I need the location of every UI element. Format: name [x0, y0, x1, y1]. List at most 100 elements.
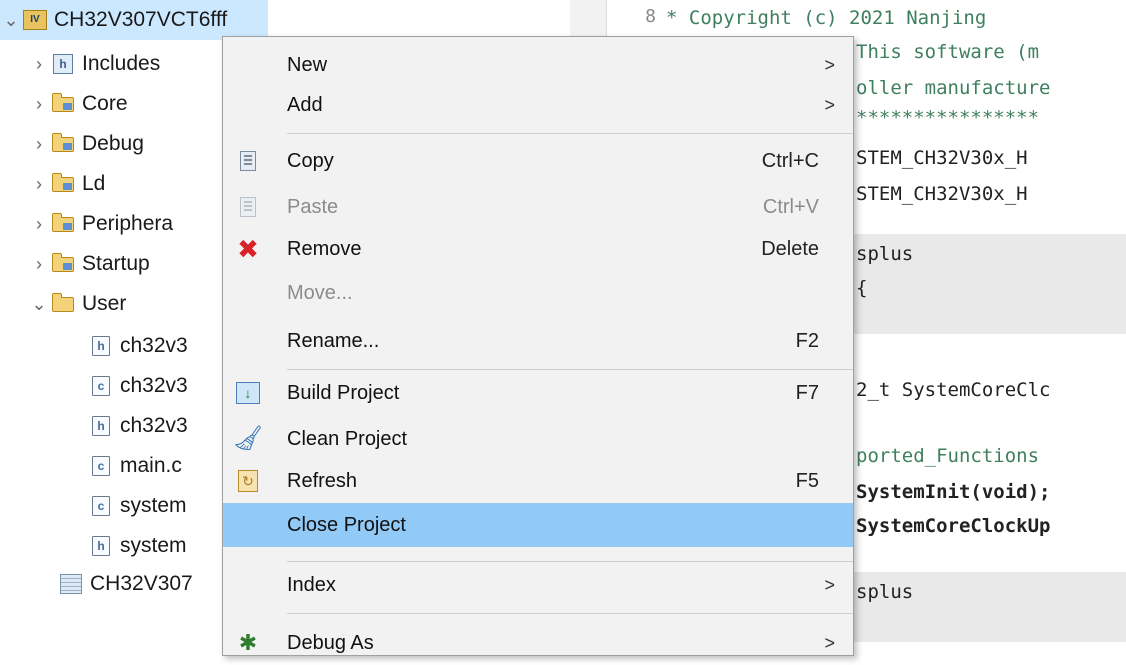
menu-item-rename[interactable]: Rename... F2: [223, 319, 853, 363]
chevron-right-icon[interactable]: ›: [28, 55, 50, 73]
code-line: {: [856, 277, 868, 299]
tree-item-core[interactable]: › Core: [28, 84, 128, 124]
menu-item-build-project[interactable]: ↓ Build Project F7: [223, 371, 853, 415]
menu-item-clean-project[interactable]: 🧹︎ Clean Project: [223, 417, 853, 461]
code-line: ported_Functions: [856, 445, 1040, 467]
menu-item-paste[interactable]: Paste Ctrl+V: [223, 185, 853, 229]
tree-item-label: Includes: [82, 52, 161, 75]
code-line: STEM_CH32V30x_H: [856, 147, 1028, 169]
clean-icon: 🧹︎: [232, 425, 264, 452]
tree-item-includes[interactable]: › h Includes: [28, 44, 160, 84]
menu-item-shortcut: Ctrl+V: [762, 195, 819, 218]
submenu-arrow-icon: >: [824, 54, 835, 75]
tree-item-label: ch32v3: [120, 414, 188, 437]
tree-item-startup[interactable]: › Startup: [28, 244, 150, 284]
tree-item-label: User: [82, 292, 127, 315]
tree-item-file[interactable]: CH32V307: [58, 564, 193, 604]
tree-item-project[interactable]: ⌄ IV CH32V307VCT6fff: [0, 0, 268, 40]
chevron-down-icon[interactable]: ⌄: [0, 11, 22, 29]
menu-item-label: Copy: [287, 149, 334, 172]
tree-item-label: Core: [82, 92, 128, 115]
code-line: SystemInit(void);: [856, 481, 1051, 503]
menu-item-new[interactable]: New >: [223, 43, 853, 87]
refresh-icon: ↻: [233, 466, 263, 496]
header-file-icon: h: [88, 415, 114, 437]
menu-item-label: Close Project: [287, 513, 406, 536]
menu-item-label: Clean Project: [287, 427, 408, 450]
source-folder-icon: [50, 172, 76, 195]
debug-icon: ✱: [238, 630, 258, 655]
line-number: 8: [645, 6, 656, 27]
code-line: splus: [856, 243, 914, 265]
context-menu: New > Add > Copy Ctrl+C Paste Ctrl+V ✖ R…: [222, 36, 854, 656]
menu-item-copy[interactable]: Copy Ctrl+C: [223, 139, 853, 183]
build-icon: ↓: [233, 378, 263, 408]
includes-icon: h: [50, 53, 76, 75]
tree-item-label: ch32v3: [120, 374, 188, 397]
menu-item-shortcut: F2: [795, 329, 819, 352]
tree-item-label: Periphera: [82, 212, 174, 235]
chevron-right-icon[interactable]: ›: [28, 95, 50, 113]
menu-separator: [287, 561, 853, 562]
tree-item-file[interactable]: h ch32v3: [88, 326, 188, 366]
tree-item-peripheral[interactable]: › Periphera: [28, 204, 173, 244]
code-line: 2_t SystemCoreClc: [856, 379, 1051, 401]
chevron-right-icon[interactable]: ›: [28, 215, 50, 233]
paste-icon: [233, 192, 263, 222]
c-file-icon: c: [88, 455, 114, 477]
tree-item-file[interactable]: h ch32v3: [88, 406, 188, 446]
tree-item-user[interactable]: ⌄ User: [28, 284, 126, 324]
menu-item-move[interactable]: Move...: [223, 271, 853, 315]
menu-item-index[interactable]: Index >: [223, 563, 853, 607]
menu-item-label: Move...: [287, 281, 353, 304]
menu-item-shortcut: F7: [795, 381, 819, 404]
chevron-right-icon[interactable]: ›: [28, 175, 50, 193]
menu-item-label: Index: [287, 573, 336, 596]
tree-item-debug[interactable]: › Debug: [28, 124, 144, 164]
menu-separator: [287, 133, 853, 134]
tree-item-file[interactable]: h system: [88, 526, 187, 566]
chevron-down-icon[interactable]: ⌄: [28, 295, 50, 313]
remove-icon: ✖: [237, 234, 259, 264]
menu-item-shortcut: Ctrl+C: [761, 149, 819, 172]
text-file-icon: [58, 573, 84, 595]
chevron-right-icon[interactable]: ›: [28, 135, 50, 153]
tree-item-file[interactable]: c main.c: [88, 446, 182, 486]
menu-item-remove[interactable]: ✖ Remove Delete: [223, 227, 853, 271]
menu-item-add[interactable]: Add >: [223, 83, 853, 127]
source-folder-icon: [50, 92, 76, 115]
c-file-icon: c: [88, 495, 114, 517]
code-line: ****************: [856, 107, 1040, 129]
menu-item-label: Remove: [287, 237, 362, 260]
tree-item-label: main.c: [120, 454, 182, 477]
project-icon: IV: [22, 9, 48, 31]
tree-item-label: system: [120, 534, 187, 557]
menu-separator: [287, 613, 853, 614]
tree-item-label: CH32V307VCT6fff: [54, 8, 228, 31]
c-file-icon: c: [88, 375, 114, 397]
menu-item-refresh[interactable]: ↻ Refresh F5: [223, 459, 853, 503]
code-line: This software (m: [856, 41, 1040, 63]
submenu-arrow-icon: >: [824, 574, 835, 595]
code-line: STEM_CH32V30x_H: [856, 183, 1028, 205]
tree-item-file[interactable]: c ch32v3: [88, 366, 188, 406]
tree-item-file[interactable]: c system: [88, 486, 187, 526]
submenu-arrow-icon: >: [824, 632, 835, 653]
tree-item-ld[interactable]: › Ld: [28, 164, 105, 204]
menu-separator: [287, 369, 853, 370]
menu-item-label: New: [287, 53, 328, 76]
source-folder-icon: [50, 212, 76, 235]
submenu-arrow-icon: >: [824, 94, 835, 115]
tree-item-label: ch32v3: [120, 334, 188, 357]
menu-item-label: Rename...: [287, 329, 380, 352]
menu-item-label: Add: [287, 93, 323, 116]
menu-item-shortcut: F5: [795, 469, 819, 492]
copy-icon: [233, 146, 263, 176]
menu-item-debug-as[interactable]: ✱ Debug As >: [223, 621, 853, 665]
menu-item-shortcut: Delete: [761, 237, 819, 260]
tree-item-label: Startup: [82, 252, 150, 275]
chevron-right-icon[interactable]: ›: [28, 255, 50, 273]
header-file-icon: h: [88, 335, 114, 357]
tree-item-label: Ld: [82, 172, 106, 195]
menu-item-close-project[interactable]: Close Project: [223, 503, 853, 547]
